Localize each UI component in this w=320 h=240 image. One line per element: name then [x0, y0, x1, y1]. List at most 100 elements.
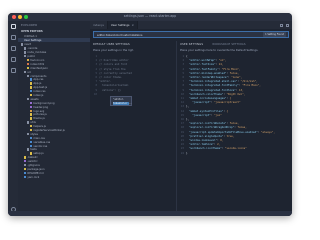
split-editor-icon[interactable]	[280, 23, 283, 27]
json-value: {	[226, 109, 229, 113]
json-key: "javascript"	[189, 113, 211, 117]
json-value: "jsx"	[214, 113, 222, 117]
line-number: 24	[180, 151, 184, 155]
edit-setting-popup[interactable]: "editor. tokenColor...	[110, 96, 132, 106]
tree-item-label: variables.css	[33, 140, 51, 144]
tree-item-label: vendor.css	[33, 144, 48, 148]
files-icon[interactable]	[10, 24, 16, 29]
json-value: 2,	[217, 143, 221, 147]
user-settings-description: Place your settings here to overwrite th…	[180, 48, 259, 52]
json-value: 0,	[220, 139, 224, 143]
json-value: false,	[237, 126, 247, 130]
json-value: "/bin/zsh",	[240, 80, 258, 84]
json-key: "editor.minimap.enabled"	[189, 71, 227, 75]
tab-label: User Settings	[110, 23, 130, 27]
json-key: "workbench.iconTheme"	[189, 147, 222, 151]
tree-item-label: assets	[30, 98, 39, 102]
tree-item-label: .eslintrc	[27, 160, 38, 164]
tree-item-label: utils	[30, 121, 36, 125]
json-key: "javascript"	[189, 101, 211, 105]
json-key: "terminal.integrated.shell.osx"	[189, 80, 238, 84]
tree-item-label: package.json	[27, 168, 45, 172]
tree-item-label: index.html	[30, 63, 45, 67]
tab-workspace-settings-scope[interactable]: WORKSPACE SETTINGS	[212, 43, 246, 46]
code-text: zations": {}	[99, 88, 121, 92]
default-settings-header: DEFAULT USER SETTINGS	[93, 43, 130, 46]
user-settings-pane: USER SETTINGS WORKSPACE SETTINGS Place y…	[176, 41, 292, 216]
line-number: 10	[93, 92, 97, 96]
settings-scope-tabs: USER SETTINGS WORKSPACE SETTINGS	[177, 41, 292, 48]
tree-item-label: .gitignore	[27, 164, 40, 168]
json-value: "Fira Mono",	[221, 67, 241, 71]
tree-item[interactable]: yarn.lock	[18, 175, 90, 180]
tree-item-label: src	[27, 70, 32, 74]
json-value: {	[229, 97, 232, 101]
status-bar	[8, 211, 292, 216]
json-key: "prettier.singleQuote"	[189, 134, 224, 138]
settings-search[interactable]: editor.tokenColorCustomizations 1 Settin…	[93, 31, 289, 38]
user-settings-code[interactable]: 1{2 "editor.wordWrap": "on", 3 "editor.font…	[177, 55, 292, 156]
tab-label: index.js	[93, 23, 104, 27]
json-key: "explorer.confirmDragAndDrop"	[189, 126, 235, 130]
json-value: "always",	[260, 130, 275, 134]
editor-window: settings.json — react-starter-app EXPLOR…	[8, 13, 292, 216]
tree-item-label: helpers.js	[33, 125, 46, 129]
json-key: "emmet.syntaxProfiles"	[189, 109, 224, 113]
json-value: "vscode-icons"	[224, 147, 247, 151]
activity-bar	[8, 21, 18, 216]
tab-index-js[interactable]: index.js	[90, 21, 108, 29]
tree-item-label: components	[30, 74, 47, 78]
close-icon[interactable]: ×	[132, 23, 135, 27]
tab-user-settings[interactable]: User Settings ×	[107, 21, 139, 29]
json-key: "window.zoomLevel"	[189, 139, 218, 143]
tree-item-label: favicon.ico	[30, 59, 45, 63]
json-key: "terminal.integrated.fontSize"	[189, 88, 236, 92]
extensions-icon[interactable]	[10, 68, 16, 73]
json-key: "editor.renderWhitespace"	[189, 76, 229, 80]
json-value: {	[186, 55, 188, 58]
tree-item-label: theme.js	[33, 117, 45, 121]
json-value: "javascriptreact"	[214, 101, 241, 105]
search-icon[interactable]	[10, 35, 16, 40]
json-value: },	[186, 118, 190, 122]
tree-item-label: App.js	[33, 82, 42, 86]
editor-area: index.js User Settings × editor.tokenCol…	[90, 21, 292, 216]
tab-user-settings-scope[interactable]: USER SETTINGS	[180, 43, 203, 46]
tab-bar: index.js User Settings ×	[90, 21, 292, 29]
json-value: "Night Owl",	[226, 92, 246, 96]
json-key: "editor.wordWrap"	[189, 59, 216, 63]
file-tree: react .vscode node_modules public favicon.ic…	[18, 42, 90, 179]
debug-icon[interactable]	[10, 57, 16, 62]
source-control-icon[interactable]	[10, 46, 16, 51]
json-key: "explorer.confirmDelete"	[189, 122, 227, 126]
tree-item-label: setup.js	[33, 152, 44, 156]
json-key: "terminal.integrated.fontFamily"	[189, 84, 239, 88]
default-settings-code[interactable]: 1 2// Overrides editor 3// colors and font…	[90, 55, 175, 97]
search-result-count: 1 Setting Found	[263, 32, 286, 37]
json-value: 13,	[238, 88, 244, 92]
json-key: "editor.fontFamily"	[189, 67, 219, 71]
tree-item-label: index.js	[33, 94, 44, 98]
more-actions-icon[interactable]	[286, 23, 289, 27]
explorer-header: EXPLORER	[21, 23, 38, 27]
json-key: "editor.fontSize"	[189, 63, 216, 67]
json-value: false,	[229, 122, 239, 126]
popup-line-highlighted[interactable]: tokenColor...	[113, 101, 132, 106]
search-input[interactable]: editor.tokenColorCustomizations	[94, 33, 263, 37]
json-value: true,	[226, 134, 235, 138]
tree-item-label: header.png	[33, 105, 49, 109]
json-key: "javascript.updateImportsOnFileMove.enab…	[189, 130, 258, 134]
json-value: 14,	[218, 63, 224, 67]
json-key: "editor.tabSize"	[189, 143, 214, 147]
tree-item-label: react	[24, 43, 32, 47]
tree-item-label: main.css	[33, 136, 45, 140]
tree-item-label: node_modules	[27, 51, 47, 55]
tree-item-label: yarn.lock	[27, 175, 40, 179]
tree-item-label: styles	[30, 133, 38, 137]
tree-item-label: index.css	[33, 90, 46, 94]
json-value: }	[186, 151, 188, 155]
tree-item-label: App.css	[33, 78, 44, 82]
window-title: settings.json — react-starter-app	[123, 14, 177, 18]
tab-actions	[280, 21, 292, 29]
default-settings-pane: DEFAULT USER SETTINGS Place your setting…	[90, 41, 175, 216]
